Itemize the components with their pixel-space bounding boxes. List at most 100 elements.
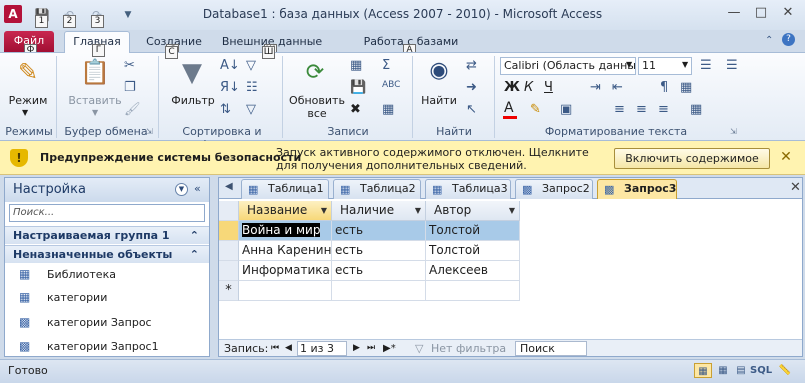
go-to-icon[interactable]: ➜ [466, 80, 477, 95]
nav-item-categories-query1[interactable]: ▩ категории Запрос1 [5, 336, 209, 356]
collapse-pane-icon[interactable]: « [194, 182, 201, 195]
chevron-down-icon[interactable]: ▼ [22, 108, 28, 117]
collapse-icon[interactable]: ⌃ [190, 246, 199, 263]
tab-query2[interactable]: ▩ Запрос2 [515, 179, 593, 199]
record-search-input[interactable]: Поиск [515, 341, 587, 356]
indent-icon[interactable]: ⇥ [590, 80, 601, 95]
chevron-down-icon[interactable]: ▼ [321, 201, 327, 220]
new-record-marker[interactable]: * [219, 281, 239, 301]
table-cell[interactable]: Толстой [426, 241, 520, 261]
minimize-icon[interactable]: — [723, 4, 745, 22]
table-cell[interactable]: Анна Каренина [239, 241, 332, 261]
table-cell[interactable]: Война и мир [239, 221, 332, 241]
clear-sort-icon[interactable]: ⇅ [220, 102, 231, 117]
refresh-icon[interactable]: ⟳ [300, 60, 330, 88]
nav-pane-title[interactable]: Настройка [13, 182, 86, 197]
nav-item-categories[interactable]: ▦ категории [5, 287, 209, 309]
chevron-down-icon[interactable]: ▼ [175, 183, 188, 196]
refresh-all-label-2[interactable]: все [286, 107, 348, 120]
maximize-icon[interactable]: □ [750, 4, 772, 22]
table-cell[interactable]: Информатика [239, 261, 332, 281]
nav-item-categories-query[interactable]: ▩ категории Запрос [5, 312, 209, 334]
font-color-icon[interactable]: A [504, 100, 514, 116]
more-icon[interactable]: ▦ [382, 102, 394, 117]
datasheet-view-icon[interactable]: ▦ [694, 363, 712, 378]
row-selector[interactable] [219, 221, 239, 241]
filter-button-label[interactable]: Фильтр [168, 94, 218, 107]
find-button-label[interactable]: Найти [416, 94, 462, 107]
table-cell[interactable]: есть [332, 261, 426, 281]
tab-table1[interactable]: ▦ Таблица1 [241, 179, 329, 199]
table-cell[interactable]: Алексеев [426, 261, 520, 281]
table-cell[interactable] [426, 281, 520, 301]
view-icon[interactable]: ✎ [12, 58, 44, 88]
prev-record-icon[interactable]: ◀ [285, 340, 292, 356]
refresh-all-label[interactable]: Обновить [286, 94, 348, 107]
outdent-icon[interactable]: ⇤ [612, 80, 623, 95]
tab-table3[interactable]: ▦ Таблица3 [425, 179, 511, 199]
dialog-launcher-icon[interactable]: ⇲ [730, 127, 737, 136]
replace-icon[interactable]: ⇄ [466, 58, 477, 73]
help-icon[interactable]: ? [782, 33, 795, 46]
table-cell[interactable] [332, 281, 426, 301]
underline-icon[interactable]: Ч [544, 80, 553, 95]
pivotchart-view-icon[interactable]: ▤ [732, 363, 750, 378]
numbering-icon[interactable]: ☰ [700, 58, 712, 73]
totals-icon[interactable]: Σ [382, 58, 390, 73]
tab-table2[interactable]: ▦ Таблица2 [333, 179, 421, 199]
security-warning-message[interactable]: Запуск активного содержимого отключен. Щ… [276, 146, 596, 172]
bidi-icon[interactable]: ¶ [660, 80, 668, 95]
chevron-down-icon[interactable]: ▼ [509, 201, 515, 220]
align-right-icon[interactable]: ≡ [658, 102, 669, 117]
chevron-down-icon[interactable]: ▼ [92, 108, 98, 117]
first-record-icon[interactable]: ⏮ [271, 340, 279, 356]
nav-item-library[interactable]: ▦ Библиотека [5, 264, 209, 286]
nav-group-custom[interactable]: Настраиваемая группа 1 ⌃ [5, 226, 209, 244]
highlight-icon[interactable]: ✎ [530, 102, 541, 117]
advanced-filter-icon[interactable]: ☷ [246, 80, 258, 95]
table-cell[interactable] [239, 281, 332, 301]
cell-value[interactable]: Война и мир [242, 223, 321, 237]
table-cell[interactable]: есть [332, 241, 426, 261]
align-center-icon[interactable]: ≡ [636, 102, 647, 117]
spelling-icon[interactable]: ABC [382, 80, 400, 90]
chevron-down-icon[interactable]: ▼ [415, 201, 421, 220]
dialog-launcher-icon[interactable]: ⇲ [146, 127, 153, 136]
background-color-icon[interactable]: ▣ [560, 102, 572, 117]
toggle-filter-icon[interactable]: ▽ [246, 102, 256, 117]
new-record-icon[interactable]: ▦ [350, 58, 362, 73]
bold-icon[interactable]: Ж [504, 80, 520, 95]
align-left-icon[interactable]: ≡ [614, 102, 625, 117]
new-record-nav-icon[interactable]: ▶* [383, 340, 396, 356]
format-painter-icon[interactable]: 🖌 [124, 102, 141, 117]
gridlines-icon[interactable]: ▦ [680, 80, 692, 95]
binoculars-icon[interactable]: ◉ [424, 58, 454, 88]
last-record-icon[interactable]: ⏭ [367, 340, 375, 356]
collapse-icon[interactable]: ⌃ [190, 227, 199, 244]
cut-icon[interactable]: ✂ [124, 58, 135, 73]
copy-icon[interactable]: ❐ [124, 80, 136, 95]
pane-splitter[interactable] [211, 177, 217, 357]
sql-view-icon[interactable]: SQL [750, 363, 772, 378]
pivottable-view-icon[interactable]: ▦ [714, 363, 732, 378]
no-filter-icon[interactable]: ▽ [415, 340, 423, 356]
sort-ascending-icon[interactable]: A↓ [220, 58, 240, 73]
filter-icon[interactable]: ▼ [178, 58, 206, 88]
table-cell[interactable]: Толстой [426, 221, 520, 241]
save-record-icon[interactable]: 💾 [350, 80, 366, 95]
sort-descending-icon[interactable]: Я↓ [220, 80, 240, 95]
select-icon[interactable]: ↖ [466, 102, 477, 117]
selection-filter-icon[interactable]: ▽ [246, 58, 256, 73]
nav-search-input[interactable]: Поиск... [9, 204, 205, 222]
column-header-title[interactable]: Название ▼ [239, 201, 332, 221]
nav-group-unassigned[interactable]: Неназначенные объекты ⌃ [5, 245, 209, 263]
alternate-row-color-icon[interactable]: ▦ [690, 102, 702, 117]
chevron-down-icon[interactable]: ▼ [626, 60, 632, 69]
chevron-down-icon[interactable]: ▼ [682, 60, 688, 69]
font-name-select[interactable]: Calibri (Область данны [500, 57, 636, 75]
next-record-icon[interactable]: ▶ [353, 340, 360, 356]
enable-content-button[interactable]: Включить содержимое [614, 148, 770, 169]
close-icon[interactable]: ✕ [790, 180, 801, 195]
close-icon[interactable]: ✕ [777, 4, 799, 22]
record-counter-input[interactable]: 1 из 3 [297, 341, 347, 356]
